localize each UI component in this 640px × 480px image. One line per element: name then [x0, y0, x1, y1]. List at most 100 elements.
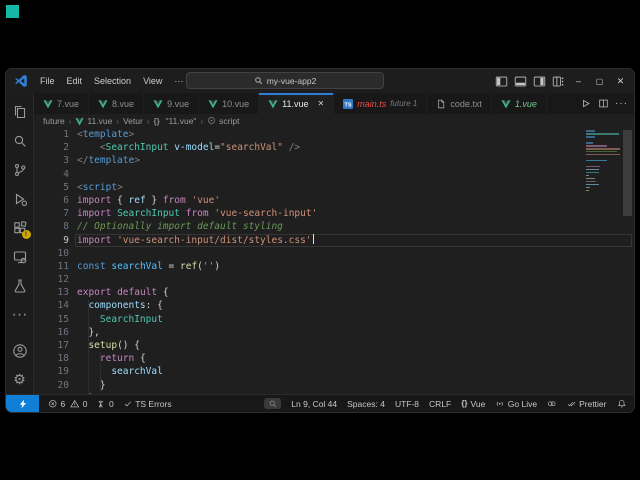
code-line-1[interactable]: 1<template>	[34, 128, 634, 141]
tab-10.vue[interactable]: 10.vue	[199, 93, 259, 114]
code-editor[interactable]: 1<template>2 <SearchInput v-model="searc…	[34, 128, 634, 394]
svg-text:TS: TS	[345, 102, 352, 108]
status-bell[interactable]	[617, 399, 627, 409]
code-line-3[interactable]: 3</template>	[34, 154, 634, 167]
tab-label: 10.vue	[222, 99, 249, 109]
code-text: // Optionally import default styling	[77, 220, 634, 233]
line-number: 8	[34, 220, 77, 233]
extensions-icon[interactable]: !	[6, 213, 34, 242]
tab-11.vue[interactable]: 11.vue✕	[259, 93, 334, 114]
menu-file[interactable]: File	[34, 73, 61, 89]
status-ln-9-col-44[interactable]: Ln 9, Col 44	[291, 399, 337, 409]
status-utf-8[interactable]: UTF-8	[395, 399, 419, 409]
search-text: my-vue-app2	[267, 76, 317, 86]
status-ts-errors[interactable]: TS Errors	[123, 399, 172, 409]
status-vue[interactable]: {}Vue	[461, 399, 485, 409]
code-line-16[interactable]: 16 },	[34, 326, 634, 339]
code-text: components: {	[77, 299, 634, 312]
remote-indicator[interactable]	[6, 395, 39, 412]
tab-main.ts[interactable]: TSmain.tsfuture 1	[334, 93, 427, 114]
code-line-5[interactable]: 5<script>	[34, 181, 634, 194]
menu-view[interactable]: View	[137, 73, 168, 89]
status-6[interactable]: 6	[48, 399, 65, 409]
status-go-live[interactable]: Go Live	[495, 399, 537, 409]
toggle-sidebar-icon[interactable]	[493, 72, 510, 90]
status-bar: 600TS Errors Ln 9, Col 44Spaces: 4UTF-8C…	[6, 394, 634, 412]
code-line-12[interactable]: 12	[34, 273, 634, 286]
remote-explorer-icon[interactable]	[6, 242, 34, 271]
vscode-logo	[14, 74, 28, 88]
tab-8.vue[interactable]: 8.vue	[89, 93, 144, 114]
breadcrumb-item[interactable]: script	[207, 116, 239, 127]
line-number: 9	[34, 234, 77, 247]
code-line-17[interactable]: 17 setup() {	[34, 339, 634, 352]
code-line-4[interactable]: 4	[34, 168, 634, 181]
menu-selection[interactable]: Selection	[88, 73, 137, 89]
code-line-7[interactable]: 7import SearchInput from 'vue-search-inp…	[34, 207, 634, 220]
explorer-icon[interactable]	[6, 97, 34, 126]
indent-guide	[100, 352, 101, 392]
run-debug-icon[interactable]	[6, 184, 34, 213]
status-0[interactable]: 0	[70, 399, 87, 409]
close-button[interactable]: ✕	[611, 71, 630, 91]
maximize-button[interactable]: ▢	[590, 71, 609, 91]
code-text: <script>	[77, 181, 634, 194]
status-crlf[interactable]: CRLF	[429, 399, 451, 409]
minimize-button[interactable]: –	[569, 71, 588, 91]
customize-layout-icon[interactable]	[550, 72, 567, 90]
vscode-window: FileEditSelectionView··· ← → my-vue-app2…	[5, 68, 635, 413]
breadcrumb-item[interactable]: future	[43, 116, 65, 126]
settings-icon[interactable]: ⚙	[6, 365, 34, 394]
ts-file-icon: TS	[343, 99, 353, 109]
split-editor-icon[interactable]	[596, 96, 611, 111]
command-center-search[interactable]: my-vue-app2	[186, 72, 384, 89]
code-line-20[interactable]: 20 }	[34, 379, 634, 392]
tab-code.txt[interactable]: code.txt	[427, 93, 492, 114]
code-line-9[interactable]: 9import 'vue-search-input/dist/styles.cs…	[34, 234, 634, 247]
testing-icon[interactable]	[6, 271, 34, 300]
tab-9.vue[interactable]: 9.vue	[144, 93, 199, 114]
tab-7.vue[interactable]: 7.vue	[34, 93, 89, 114]
run-icon[interactable]	[578, 96, 593, 111]
code-text: import SearchInput from 'vue-search-inpu…	[77, 207, 634, 220]
editor-scrollbar[interactable]	[623, 130, 632, 216]
status-spaces-4[interactable]: Spaces: 4	[347, 399, 385, 409]
code-line-19[interactable]: 19 searchVal	[34, 365, 634, 378]
code-line-14[interactable]: 14 components: {	[34, 299, 634, 312]
breadcrumb: future›11.vue›Vetur›{}"11.vue"›script	[34, 114, 634, 128]
breadcrumb-item[interactable]: {}"11.vue"	[154, 116, 197, 126]
status-search[interactable]	[264, 398, 282, 410]
tab-close-icon[interactable]: ✕	[317, 99, 324, 108]
status-faces[interactable]	[547, 399, 557, 409]
code-text: import { ref } from 'vue'	[77, 194, 634, 207]
code-line-6[interactable]: 6import { ref } from 'vue'	[34, 194, 634, 207]
code-text: </template>	[77, 154, 634, 167]
account-icon[interactable]	[6, 336, 34, 365]
code-line-8[interactable]: 8// Optionally import default styling	[34, 220, 634, 233]
breadcrumb-item[interactable]: 11.vue	[75, 116, 112, 126]
source-control-icon[interactable]	[6, 155, 34, 184]
line-number: 10	[34, 247, 77, 260]
code-line-21[interactable]: 21 }	[34, 392, 634, 394]
toggle-panel-icon[interactable]	[512, 72, 529, 90]
tab-1.vue[interactable]: 1.vue	[492, 93, 547, 114]
toggle-secondary-sidebar-icon[interactable]	[531, 72, 548, 90]
status-0[interactable]: 0	[96, 399, 113, 409]
breadcrumb-item[interactable]: Vetur	[123, 116, 143, 126]
status-prettier[interactable]: Prettier	[567, 399, 607, 409]
code-text	[77, 168, 634, 181]
broadcast-icon	[495, 399, 505, 409]
code-line-15[interactable]: 15 SearchInput	[34, 313, 634, 326]
more-icon[interactable]: ···	[614, 96, 629, 111]
minimap[interactable]	[586, 130, 620, 193]
search-icon[interactable]	[6, 126, 34, 155]
code-text: searchVal	[77, 365, 634, 378]
code-line-18[interactable]: 18 return {	[34, 352, 634, 365]
code-line-11[interactable]: 11const searchVal = ref('')	[34, 260, 634, 273]
more-icon[interactable]: ···	[6, 300, 34, 329]
menu-edit[interactable]: Edit	[61, 73, 89, 89]
braces-icon: {}	[154, 117, 163, 126]
code-line-2[interactable]: 2 <SearchInput v-model="searchVal" />	[34, 141, 634, 154]
code-line-13[interactable]: 13export default {	[34, 286, 634, 299]
code-line-10[interactable]: 10	[34, 247, 634, 260]
